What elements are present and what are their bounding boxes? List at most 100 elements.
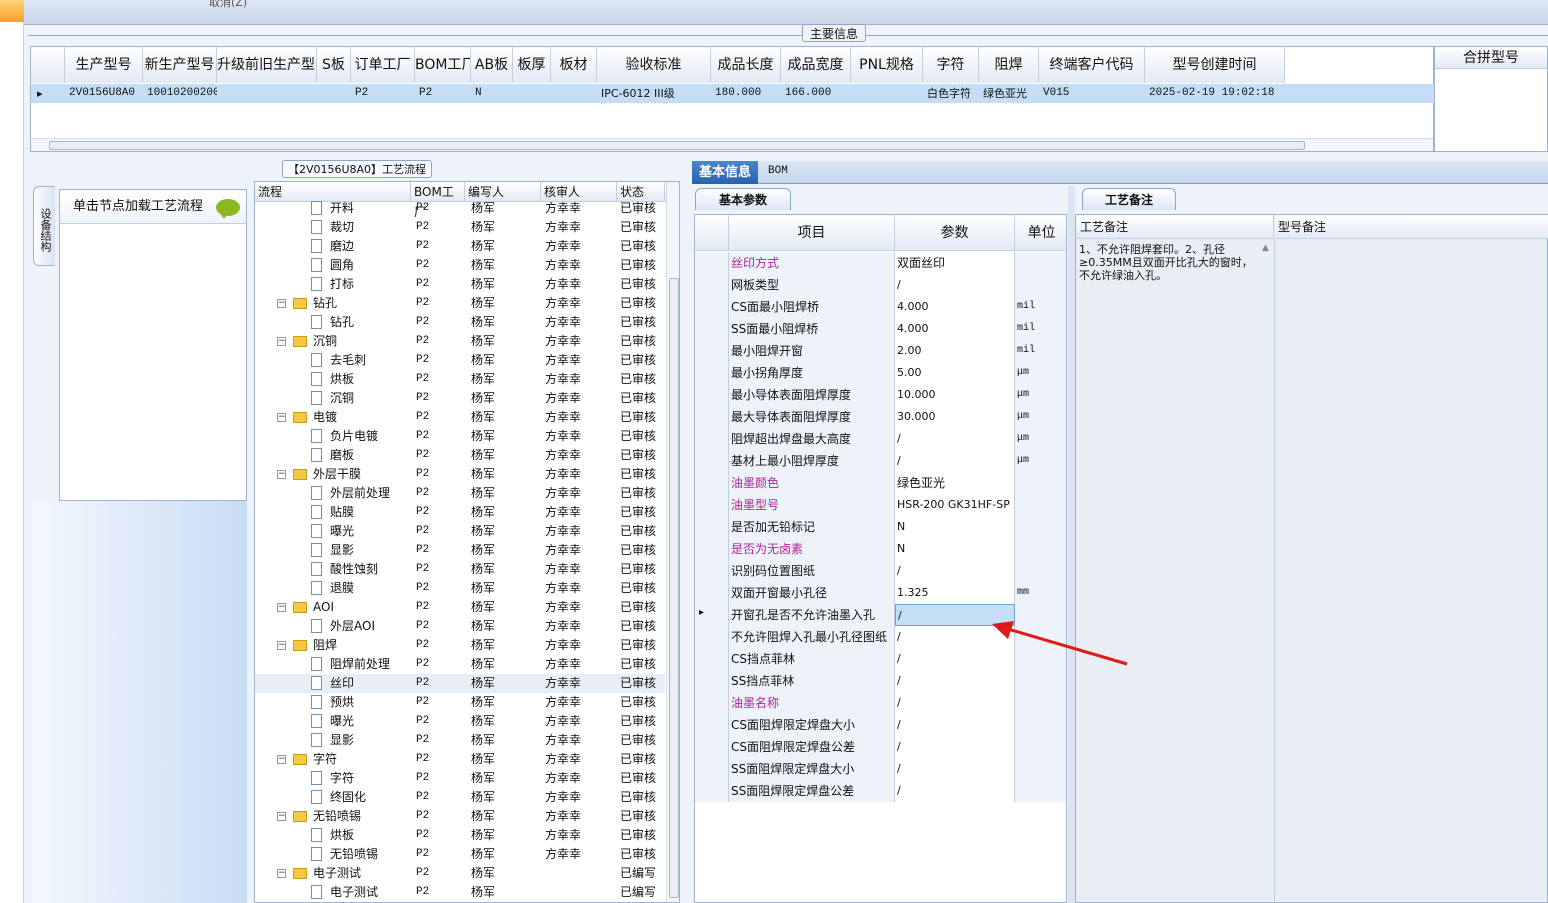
process-row[interactable]: 曝光 P2 杨军 方幸幸 已审核 [255, 712, 665, 731]
col-header[interactable]: 成品长度 [711, 47, 781, 83]
collapse-icon[interactable]: − [277, 755, 286, 764]
process-row[interactable]: 外层AOI P2 杨军 方幸幸 已审核 [255, 617, 665, 636]
param-value[interactable]: 30.000 [895, 406, 1015, 428]
param-value[interactable]: / [895, 274, 1015, 296]
param-row[interactable]: 基材上最小阻焊厚度 / μm [695, 450, 1066, 472]
param-row[interactable]: 油墨型号 HSR-200 GK31HF-SP [695, 494, 1066, 516]
param-value[interactable]: 10.000 [895, 384, 1015, 406]
param-value[interactable]: 2.00 [895, 340, 1015, 362]
params-grid[interactable]: 项目 参数 单位 丝印方式 双面丝印 网板类型 / CS面最小阻焊桥 4.000 mil SS… [694, 214, 1067, 903]
param-value[interactable]: 绿色亚光 [895, 472, 1015, 494]
param-row[interactable]: 最小拐角厚度 5.00 μm [695, 362, 1066, 384]
process-row[interactable]: 阻焊前处理 P2 杨军 方幸幸 已审核 [255, 655, 665, 674]
param-row[interactable]: 丝印方式 双面丝印 [695, 252, 1066, 274]
col-header[interactable]: 型号创建时间 [1145, 47, 1285, 83]
process-row[interactable]: 丝印 P2 杨军 方幸幸 已审核 [255, 674, 665, 693]
process-row[interactable]: 负片电镀 P2 杨军 方幸幸 已审核 [255, 427, 665, 446]
process-row[interactable]: 磨板 P2 杨军 方幸幸 已审核 [255, 446, 665, 465]
param-row[interactable]: 识别码位置图纸 / [695, 560, 1066, 582]
param-value[interactable]: / [895, 714, 1015, 736]
process-row[interactable]: 显影 P2 杨军 方幸幸 已审核 [255, 541, 665, 560]
process-tree[interactable]: 流程 BOM工厂 编写人 核审人 状态 开料 P2 杨军 方幸幸 已审核 裁切 P2 杨军 方幸… [254, 181, 680, 903]
collapse-icon[interactable]: − [277, 413, 286, 422]
col-header[interactable]: S板 [317, 47, 351, 83]
process-row[interactable]: 钻孔 P2 杨军 方幸幸 已审核 [255, 313, 665, 332]
col-param[interactable]: 参数 [895, 215, 1015, 251]
param-value[interactable]: / [895, 758, 1015, 780]
grid-cell[interactable]: 绿色亚光 [981, 84, 1039, 103]
scroll-up-icon[interactable]: ▲ [1262, 243, 1269, 253]
grid-cell[interactable]: IPC-6012 III级 [599, 84, 711, 103]
process-row[interactable]: 电子测试 P2 杨军 已编写 [255, 883, 665, 902]
process-row[interactable]: 曝光 P2 杨军 方幸幸 已审核 [255, 522, 665, 541]
process-row[interactable]: 圆角 P2 杨军 方幸幸 已审核 [255, 256, 665, 275]
col-header[interactable]: AB板 [471, 47, 513, 83]
collapse-icon[interactable]: − [277, 641, 286, 650]
col-header[interactable]: 板厚 [513, 47, 551, 83]
param-row[interactable]: SS面阻焊限定焊盘大小 / [695, 758, 1066, 780]
param-row[interactable]: SS面最小阻焊桥 4.000 mil [695, 318, 1066, 340]
collapse-icon[interactable]: − [277, 299, 286, 308]
param-row[interactable]: 阻焊超出焊盘最大高度 / μm [695, 428, 1066, 450]
param-row[interactable]: CS面阻焊限定焊盘大小 / [695, 714, 1066, 736]
grid-cell[interactable]: 180.000 [713, 84, 781, 103]
param-value[interactable]: / [895, 692, 1015, 714]
param-value[interactable]: N [895, 538, 1015, 560]
param-row[interactable]: CS面最小阻焊桥 4.000 mil [695, 296, 1066, 318]
process-row[interactable]: 去毛刺 P2 杨军 方幸幸 已审核 [255, 351, 665, 370]
collapse-icon[interactable]: − [277, 470, 286, 479]
param-value[interactable]: HSR-200 GK31HF-SP [895, 494, 1015, 516]
grid-cell[interactable]: P2 [417, 84, 471, 103]
process-notes-text[interactable]: 1、不允许阻焊套印。2、孔径≥0.35MM且双面开比孔大的窗时，不允许绿油入孔。 [1079, 243, 1262, 282]
param-value[interactable]: 4.000 [895, 296, 1015, 318]
col-header[interactable]: 终端客户代码 [1039, 47, 1145, 83]
param-value[interactable]: / [895, 450, 1015, 472]
horizontal-scrollbar[interactable] [31, 138, 1433, 151]
grid-cell[interactable] [553, 84, 597, 103]
process-row[interactable]: 外层前处理 P2 杨军 方幸幸 已审核 [255, 484, 665, 503]
param-row[interactable]: 最小阻焊开窗 2.00 mil [695, 340, 1066, 362]
param-row[interactable]: 网板类型 / [695, 274, 1066, 296]
param-value[interactable]: / [895, 736, 1015, 758]
process-row[interactable]: 退膜 P2 杨军 方幸幸 已审核 [255, 579, 665, 598]
param-value[interactable]: 5.00 [895, 362, 1015, 384]
process-row[interactable]: 终固化 P2 杨军 方幸幸 已审核 [255, 788, 665, 807]
process-row[interactable]: 无铅喷锡 P2 杨军 方幸幸 已审核 [255, 845, 665, 864]
param-row[interactable]: 最大导体表面阻焊厚度 30.000 μm [695, 406, 1066, 428]
process-row[interactable]: − 电子测试 P2 杨军 已编写 [255, 864, 665, 883]
param-row[interactable]: 油墨颜色 绿色亚光 [695, 472, 1066, 494]
param-value[interactable]: / [895, 670, 1015, 692]
grid-cell[interactable]: 2V0156U8A0 [67, 84, 143, 103]
cancel-button[interactable]: 取消(Z) [209, 0, 247, 10]
grid-cell[interactable]: 10010200200329 [145, 84, 217, 103]
param-value[interactable]: 4.000 [895, 318, 1015, 340]
col-header[interactable]: 订单工厂 [351, 47, 415, 83]
product-grid[interactable]: ▸2V0156U8A010010200200329P2P2NIPC-6012 I… [30, 46, 1434, 152]
param-row[interactable]: 最小导体表面阻焊厚度 10.000 μm [695, 384, 1066, 406]
col-unit[interactable]: 单位 [1015, 215, 1066, 251]
process-row[interactable]: 烘板 P2 杨军 方幸幸 已审核 [255, 826, 665, 845]
grid-cell[interactable]: 白色字符 [925, 84, 979, 103]
process-row[interactable]: − 沉铜 P2 杨军 方幸幸 已审核 [255, 332, 665, 351]
process-row[interactable]: 裁切 P2 杨军 方幸幸 已审核 [255, 218, 665, 237]
col-header[interactable]: 新生产型号 [143, 47, 217, 83]
param-value[interactable]: N [895, 516, 1015, 538]
collapse-icon[interactable]: − [277, 337, 286, 346]
col-header[interactable]: 验收标准 [597, 47, 711, 83]
col-header[interactable]: 成品宽度 [781, 47, 851, 83]
tab-process-notes[interactable]: 工艺备注 [1082, 188, 1176, 210]
process-row[interactable]: 烘板 P2 杨军 方幸幸 已审核 [255, 370, 665, 389]
col-header[interactable]: 板材 [551, 47, 597, 83]
param-row[interactable]: 双面开窗最小孔径 1.325 mm [695, 582, 1066, 604]
tab-bom[interactable]: BOM [768, 165, 788, 177]
process-row[interactable]: − 钻孔 P2 杨军 方幸幸 已审核 [255, 294, 665, 313]
param-row[interactable]: CS面阻焊限定焊盘公差 / [695, 736, 1066, 758]
col-header[interactable]: BOM工厂 [415, 47, 471, 83]
grid-cell[interactable] [853, 84, 923, 103]
grid-cell[interactable] [319, 84, 351, 103]
param-row[interactable]: 是否加无铅标记 N [695, 516, 1066, 538]
col-header[interactable]: 阻焊 [979, 47, 1039, 83]
param-value[interactable]: 1.325 [895, 582, 1015, 604]
grid-cell[interactable]: N [473, 84, 513, 103]
col-header[interactable]: 字符 [923, 47, 979, 83]
